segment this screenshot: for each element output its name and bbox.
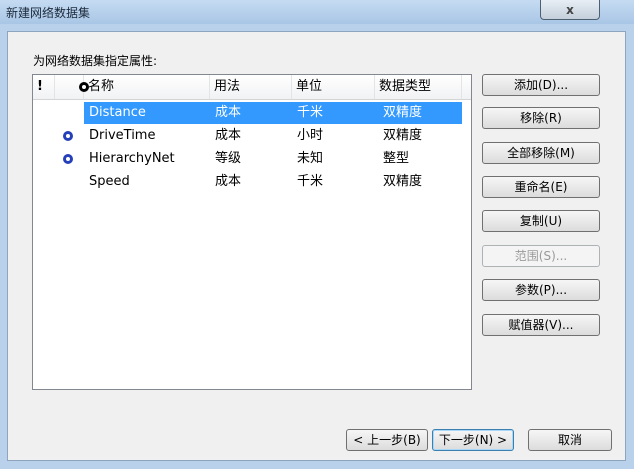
table-row[interactable]: DriveTime 成本 小时 双精度 <box>33 125 471 147</box>
table-row[interactable]: HierarchyNet 等级 未知 整型 <box>33 148 471 170</box>
row-data-type: 双精度 <box>383 174 423 189</box>
header-usage[interactable]: 用法 <box>210 75 292 99</box>
attributes-prompt: 为网络数据集指定属性: <box>33 54 158 68</box>
row-unit: 千米 <box>297 105 324 120</box>
default-attribute-icon <box>63 131 73 141</box>
dialog-window: 新建网络数据集 x 为网络数据集指定属性: ! 名称 用法 单位 数据类型 Di… <box>0 0 634 469</box>
row-usage: 成本 <box>215 174 242 189</box>
table-row[interactable]: Distance 成本 千米 双精度 <box>33 102 471 124</box>
evaluators-button[interactable]: 赋值器(V)... <box>482 314 600 336</box>
range-button[interactable]: 范围(S)... <box>482 245 600 267</box>
header-data-type[interactable]: 数据类型 <box>375 75 462 99</box>
row-usage: 成本 <box>215 128 242 143</box>
row-unit: 未知 <box>297 151 324 166</box>
copy-button[interactable]: 复制(U) <box>482 210 600 232</box>
table-row[interactable]: Speed 成本 千米 双精度 <box>33 171 471 193</box>
attributes-list[interactable]: ! 名称 用法 单位 数据类型 Distance 成本 千米 双精度 Drive… <box>32 74 472 390</box>
header-warning-column[interactable]: ! <box>33 75 55 99</box>
row-name: DriveTime <box>89 128 156 143</box>
header-name[interactable]: 名称 <box>84 75 210 99</box>
title-bar[interactable]: 新建网络数据集 x <box>0 0 634 24</box>
header-unit[interactable]: 单位 <box>292 75 375 99</box>
window-title: 新建网络数据集 <box>6 6 91 20</box>
row-usage: 成本 <box>215 105 242 120</box>
row-name: Distance <box>89 105 146 120</box>
default-attribute-icon <box>63 154 73 164</box>
back-button[interactable]: < 上一步(B) <box>346 429 428 451</box>
row-name: Speed <box>89 174 130 189</box>
row-unit: 千米 <box>297 174 324 189</box>
close-button[interactable]: x <box>540 0 600 20</box>
list-header: ! 名称 用法 单位 数据类型 <box>33 75 471 100</box>
row-data-type: 双精度 <box>383 105 423 120</box>
add-button[interactable]: 添加(D)... <box>482 74 600 96</box>
parameters-button[interactable]: 参数(P)... <box>482 279 600 301</box>
close-icon: x <box>566 2 574 17</box>
remove-all-button[interactable]: 全部移除(M) <box>482 142 600 164</box>
remove-button[interactable]: 移除(R) <box>482 107 600 129</box>
row-usage: 等级 <box>215 151 242 166</box>
header-default-column[interactable] <box>55 75 89 99</box>
cancel-button[interactable]: 取消 <box>528 429 612 451</box>
rename-button[interactable]: 重命名(E) <box>482 176 600 198</box>
row-name: HierarchyNet <box>89 151 175 166</box>
dialog-body: 为网络数据集指定属性: ! 名称 用法 单位 数据类型 Distance 成本 … <box>7 31 626 461</box>
row-unit: 小时 <box>297 128 324 143</box>
row-data-type: 整型 <box>383 151 410 166</box>
row-data-type: 双精度 <box>383 128 423 143</box>
next-button[interactable]: 下一步(N) > <box>432 429 514 451</box>
warning-icon: ! <box>37 79 43 94</box>
